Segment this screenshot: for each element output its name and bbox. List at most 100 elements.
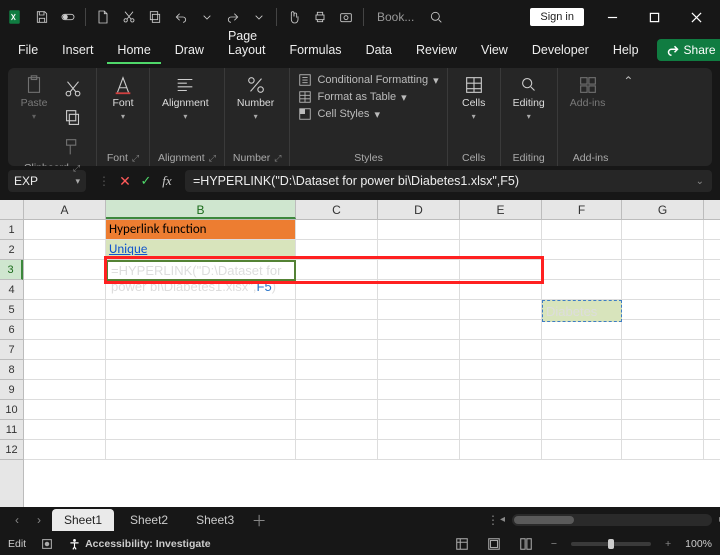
row-header-9[interactable]: 9 xyxy=(0,380,23,400)
editing-group-label: Editing xyxy=(513,152,545,164)
addins-icon xyxy=(577,74,599,96)
number-button[interactable]: Number▾ xyxy=(233,72,278,123)
alignment-button[interactable]: Alignment▾ xyxy=(158,72,213,123)
share-label: Share xyxy=(684,43,716,57)
row-header-12[interactable]: 12 xyxy=(0,440,23,460)
minimize-button[interactable] xyxy=(592,1,632,33)
menu-file[interactable]: File xyxy=(8,38,48,64)
col-header-E[interactable]: E xyxy=(460,200,542,219)
new-sheet-button[interactable]: ＋ xyxy=(250,510,268,531)
sign-in-button[interactable]: Sign in xyxy=(530,8,584,26)
cell-grid[interactable]: Hyperlink function Unique =HYPERLINK("D:… xyxy=(24,220,720,507)
menu-page-layout[interactable]: Page Layout xyxy=(218,24,276,64)
enter-button[interactable]: ✓ xyxy=(137,172,155,190)
chevron-down-icon[interactable] xyxy=(195,5,219,29)
macro-record-icon[interactable] xyxy=(36,536,58,552)
zoom-out-button[interactable]: − xyxy=(547,538,561,550)
new-file-icon[interactable] xyxy=(91,5,115,29)
menu-insert[interactable]: Insert xyxy=(52,38,103,64)
sheet-tab-3[interactable]: Sheet3 xyxy=(184,509,246,531)
title-bar: Book... Sign in xyxy=(0,0,720,34)
row-header-1[interactable]: 1 xyxy=(0,220,23,240)
search-icon[interactable] xyxy=(424,5,448,29)
undo-icon[interactable] xyxy=(169,5,193,29)
sheet-tab-1[interactable]: Sheet1 xyxy=(52,509,114,531)
col-header-B[interactable]: B xyxy=(106,200,296,219)
row-header-4[interactable]: 4 xyxy=(0,280,23,300)
collapse-ribbon-button[interactable]: ⌃ xyxy=(623,68,645,88)
row-headers: 1 2 3 4 5 6 7 8 9 10 11 12 xyxy=(0,220,24,507)
copy-button[interactable] xyxy=(58,105,88,131)
clipboard-icon xyxy=(23,74,45,96)
sheet-tab-2[interactable]: Sheet2 xyxy=(118,509,180,531)
spreadsheet: A B C D E F G 1 2 3 4 5 6 7 8 9 10 11 12… xyxy=(0,200,720,507)
sheet-nav-next[interactable]: › xyxy=(30,513,48,527)
menu-formulas[interactable]: Formulas xyxy=(279,38,351,64)
cancel-button[interactable]: ✕ xyxy=(116,172,134,190)
zoom-level[interactable]: 100% xyxy=(685,538,712,550)
sheet-nav-prev[interactable]: ‹ xyxy=(8,513,26,527)
format-as-table-button[interactable]: Format as Table ▾ xyxy=(298,89,438,105)
cell-B2[interactable]: Unique xyxy=(106,240,296,259)
dialog-launcher-icon[interactable]: ⤢ xyxy=(132,153,139,164)
zoom-in-button[interactable]: + xyxy=(661,538,675,550)
row-header-8[interactable]: 8 xyxy=(0,360,23,380)
col-header-G[interactable]: G xyxy=(622,200,704,219)
dialog-launcher-icon[interactable]: ⤢ xyxy=(209,153,216,164)
menu-home[interactable]: Home xyxy=(107,38,160,64)
col-header-A[interactable]: A xyxy=(24,200,106,219)
normal-view-button[interactable] xyxy=(451,536,473,552)
menu-view[interactable]: View xyxy=(471,38,518,64)
ribbon-group-font: Font▾ Font⤢ xyxy=(97,68,150,166)
sheet-tabs: ‹ › Sheet1 Sheet2 Sheet3 ＋ ⋮ ◂▸ xyxy=(0,507,720,533)
document-title[interactable]: Book... xyxy=(377,10,414,24)
row-header-5[interactable]: 5 xyxy=(0,300,23,320)
row-header-6[interactable]: 6 xyxy=(0,320,23,340)
conditional-formatting-button[interactable]: Conditional Formatting ▾ xyxy=(298,72,438,88)
col-header-C[interactable]: C xyxy=(296,200,378,219)
cell-B1[interactable]: Hyperlink function xyxy=(106,220,296,239)
horizontal-scrollbar[interactable]: ◂▸ xyxy=(512,514,712,526)
accessibility-status[interactable]: Accessibility: Investigate xyxy=(68,538,210,551)
maximize-button[interactable] xyxy=(634,1,674,33)
share-button[interactable]: Share ▾ xyxy=(657,39,720,61)
autosave-toggle-icon[interactable] xyxy=(56,5,80,29)
page-layout-view-button[interactable] xyxy=(483,536,505,552)
row-header-10[interactable]: 10 xyxy=(0,400,23,420)
menu-draw[interactable]: Draw xyxy=(165,38,214,64)
row-header-2[interactable]: 2 xyxy=(0,240,23,260)
menu-review[interactable]: Review xyxy=(406,38,467,64)
editing-button[interactable]: Editing▾ xyxy=(509,72,549,123)
close-button[interactable] xyxy=(676,1,716,33)
cells-button[interactable]: Cells▾ xyxy=(456,72,492,123)
active-edit-cell[interactable]: =HYPERLINK("D:\Dataset for power bi\Diab… xyxy=(106,260,296,281)
menu-developer[interactable]: Developer xyxy=(522,38,599,64)
cell-styles-button[interactable]: Cell Styles ▾ xyxy=(298,106,438,122)
menu-help[interactable]: Help xyxy=(603,38,649,64)
dialog-launcher-icon[interactable]: ⤢ xyxy=(274,153,281,164)
font-button[interactable]: Font▾ xyxy=(105,72,141,123)
select-all-corner[interactable] xyxy=(0,200,24,219)
cut-icon[interactable] xyxy=(117,5,141,29)
insert-function-button[interactable]: fx xyxy=(158,172,176,190)
cond-fmt-icon xyxy=(298,73,312,87)
reference-cell-F5[interactable]: Diabetes xyxy=(542,300,622,322)
dialog-launcher-icon[interactable]: ⤢ xyxy=(73,163,80,174)
separator xyxy=(363,8,364,26)
page-break-view-button[interactable] xyxy=(515,536,537,552)
copy-icon[interactable] xyxy=(143,5,167,29)
row-header-7[interactable]: 7 xyxy=(0,340,23,360)
row-header-3[interactable]: 3 xyxy=(0,260,23,280)
zoom-slider[interactable] xyxy=(571,542,651,546)
formula-input[interactable]: =HYPERLINK("D:\Dataset for power bi\Diab… xyxy=(185,170,712,192)
menu-data[interactable]: Data xyxy=(356,38,402,64)
chevron-down-icon[interactable]: ▾ xyxy=(75,176,80,187)
print-icon xyxy=(308,5,332,29)
cut-button[interactable] xyxy=(58,76,88,102)
col-header-F[interactable]: F xyxy=(542,200,622,219)
ribbon-group-cells: Cells▾ Cells xyxy=(448,68,501,166)
col-header-D[interactable]: D xyxy=(378,200,460,219)
row-header-11[interactable]: 11 xyxy=(0,420,23,440)
expand-formula-bar-icon[interactable]: ⌄ xyxy=(696,176,704,187)
save-icon[interactable] xyxy=(30,5,54,29)
